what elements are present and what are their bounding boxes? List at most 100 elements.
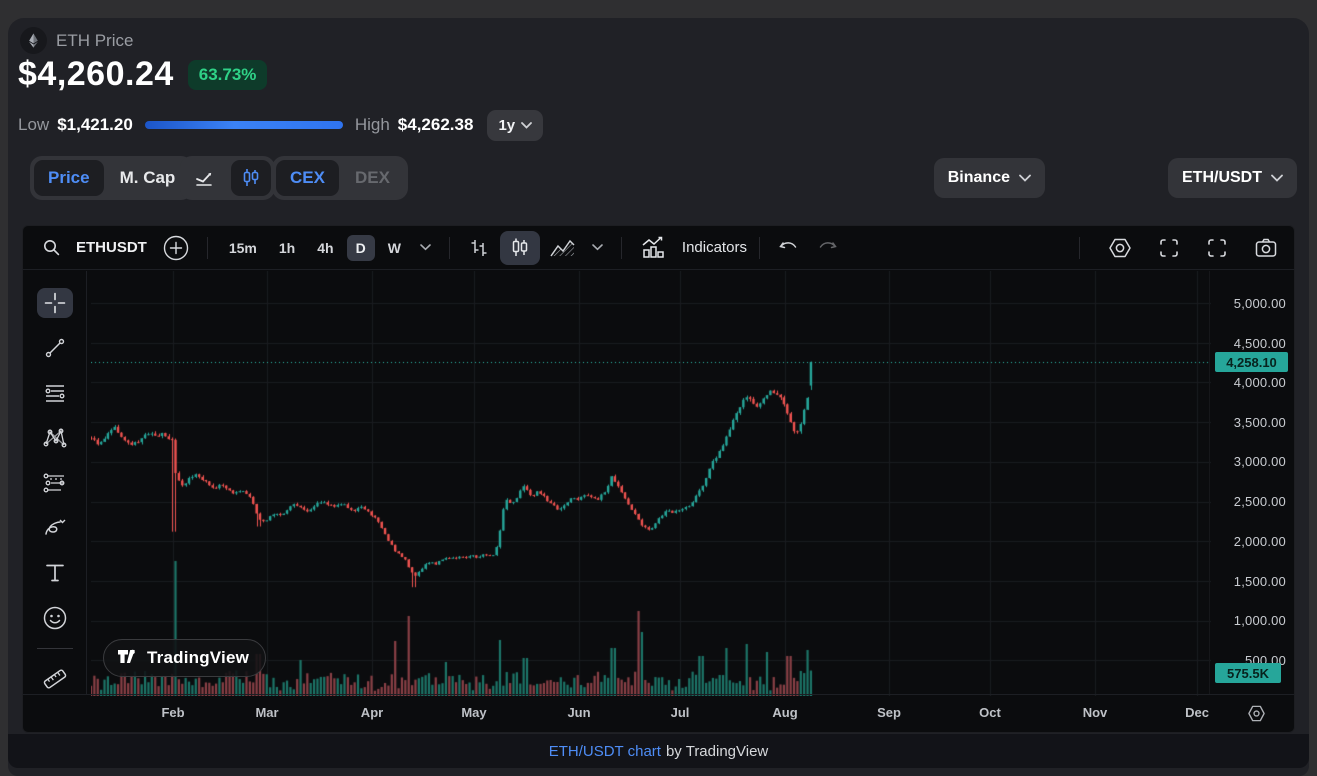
timeframe-1w[interactable]: W — [379, 235, 410, 261]
price-tick: 4,500.00 — [1234, 336, 1286, 351]
chart-attribution-link[interactable]: ETH/USDT chart — [549, 743, 661, 760]
price-tick: 2,000.00 — [1234, 534, 1286, 549]
month-tick: Feb — [161, 705, 184, 720]
month-tick: Oct — [979, 705, 1001, 720]
month-tick: Mar — [255, 705, 278, 720]
current-price: $4,260.24 — [18, 55, 174, 94]
pair-selector-value: ETH/USDT — [1182, 169, 1262, 187]
price-tick: 2,500.00 — [1234, 494, 1286, 509]
toggle-mcap[interactable]: M. Cap — [106, 160, 190, 196]
timeframe-1d[interactable]: D — [347, 235, 375, 261]
style-menu-chevron-icon[interactable] — [586, 240, 609, 255]
month-tick: Sep — [877, 705, 901, 720]
brush-tool[interactable] — [37, 513, 73, 543]
measure-ruler-tool[interactable] — [37, 664, 73, 694]
last-price-label: 4,258.10 — [1215, 352, 1288, 372]
axis-settings-icon[interactable] — [1247, 704, 1266, 728]
price-tick: 3,500.00 — [1234, 415, 1286, 430]
chart-toolbar: ETHUSDT 15m 1h 4h D W — [23, 226, 1294, 270]
last-volume-label: 575.5K — [1215, 663, 1281, 683]
line-chart-icon — [195, 169, 218, 187]
tradingview-watermark[interactable]: TradingView — [103, 639, 266, 677]
timeframe-4h[interactable]: 4h — [308, 235, 342, 261]
price-tick: 4,000.00 — [1234, 375, 1286, 390]
price-tick: 1,000.00 — [1234, 613, 1286, 628]
indicators-label[interactable]: Indicators — [682, 239, 747, 256]
pair-selector-button[interactable]: ETH/USDT — [1168, 158, 1297, 198]
compare-add-icon[interactable] — [157, 231, 195, 265]
chevron-down-icon — [521, 122, 532, 129]
fib-retracement-tool[interactable] — [37, 378, 73, 408]
price-tick: 5,000.00 — [1234, 296, 1286, 311]
month-tick: Jul — [671, 705, 690, 720]
chevron-down-icon — [1271, 174, 1283, 182]
month-tick: Dec — [1185, 705, 1209, 720]
chart-area: TradingView 5,000.00 4,500.00 4,000.00 3… — [87, 271, 1294, 694]
line-chart-toggle[interactable] — [184, 160, 229, 196]
drawing-toolbar — [23, 271, 87, 694]
maximize-icon[interactable] — [1200, 233, 1234, 263]
timeframe-menu-chevron-icon[interactable] — [414, 240, 437, 255]
text-tool[interactable] — [37, 558, 73, 588]
page: ETH Price $4,260.24 63.73% Low $1,421.20… — [0, 0, 1317, 776]
screenshot-camera-icon[interactable] — [1248, 233, 1284, 263]
candles-style-icon[interactable] — [500, 231, 540, 265]
toggle-cex[interactable]: CEX — [276, 160, 339, 196]
watermark-label: TradingView — [147, 648, 249, 668]
bars-style-icon[interactable] — [462, 233, 496, 263]
toolbar-separator — [207, 237, 208, 259]
toggle-dex[interactable]: DEX — [341, 160, 404, 196]
toolbar-separator — [759, 237, 760, 259]
eth-logo-icon — [20, 27, 47, 54]
month-tick: Apr — [361, 705, 383, 720]
redo-icon[interactable] — [810, 235, 844, 261]
high-label: High — [355, 115, 390, 135]
fullscreen-icon[interactable] — [1152, 233, 1186, 263]
toolbar-separator — [1079, 237, 1080, 259]
coin-header: ETH Price — [20, 27, 133, 54]
page-title: ETH Price — [56, 31, 133, 51]
month-tick: Nov — [1083, 705, 1108, 720]
timeframe-1h[interactable]: 1h — [270, 235, 304, 261]
low-label: Low — [18, 115, 49, 135]
toolbar-divider — [37, 648, 73, 649]
symbol-search-icon[interactable] — [37, 235, 66, 260]
price-axis[interactable]: 5,000.00 4,500.00 4,000.00 3,500.00 3,00… — [1209, 271, 1294, 694]
chart-settings-icon[interactable] — [1102, 233, 1138, 263]
undo-icon[interactable] — [772, 235, 806, 261]
timeframe-15m[interactable]: 15m — [220, 235, 266, 261]
long-position-tool[interactable] — [37, 468, 73, 498]
chart-attribution-suffix: by TradingView — [666, 743, 768, 760]
eth-price-card: ETH Price $4,260.24 63.73% Low $1,421.20… — [8, 18, 1309, 776]
low-high-range-bar — [145, 121, 343, 129]
chevron-down-icon — [1019, 174, 1031, 182]
toggle-price[interactable]: Price — [34, 160, 104, 196]
candles-icon — [242, 168, 260, 188]
high-value: $4,262.38 — [398, 115, 474, 135]
range-selector-value: 1y — [498, 117, 515, 134]
month-tick: Jun — [567, 705, 590, 720]
cex-dex-toggle: CEX DEX — [272, 156, 408, 200]
chart-type-toggle — [180, 156, 275, 200]
pattern-xabcd-tool[interactable] — [37, 423, 73, 453]
tradingview-logo-icon — [117, 648, 139, 668]
area-style-icon[interactable] — [544, 233, 582, 263]
crosshair-tool[interactable] — [37, 288, 73, 318]
time-axis[interactable]: Feb Mar Apr May Jun Jul Aug Sep Oct Nov … — [23, 694, 1294, 732]
toolbar-symbol[interactable]: ETHUSDT — [76, 239, 147, 256]
range-selector-button[interactable]: 1y — [487, 110, 543, 141]
month-tick: May — [461, 705, 486, 720]
exchange-selector-button[interactable]: Binance — [934, 158, 1045, 198]
toolbar-separator — [449, 237, 450, 259]
tradingview-widget: ETHUSDT 15m 1h 4h D W — [22, 225, 1295, 733]
price-mcap-toggle: Price M. Cap — [30, 156, 193, 200]
price-tick: 3,000.00 — [1234, 454, 1286, 469]
month-tick: Aug — [772, 705, 797, 720]
exchange-selector-value: Binance — [948, 169, 1010, 187]
emoji-tool[interactable] — [37, 603, 73, 633]
indicators-icon[interactable] — [634, 232, 672, 264]
low-value: $1,421.20 — [57, 115, 133, 135]
price-chart-canvas[interactable] — [91, 271, 1211, 696]
candle-chart-toggle[interactable] — [231, 160, 271, 196]
trend-line-tool[interactable] — [37, 333, 73, 363]
